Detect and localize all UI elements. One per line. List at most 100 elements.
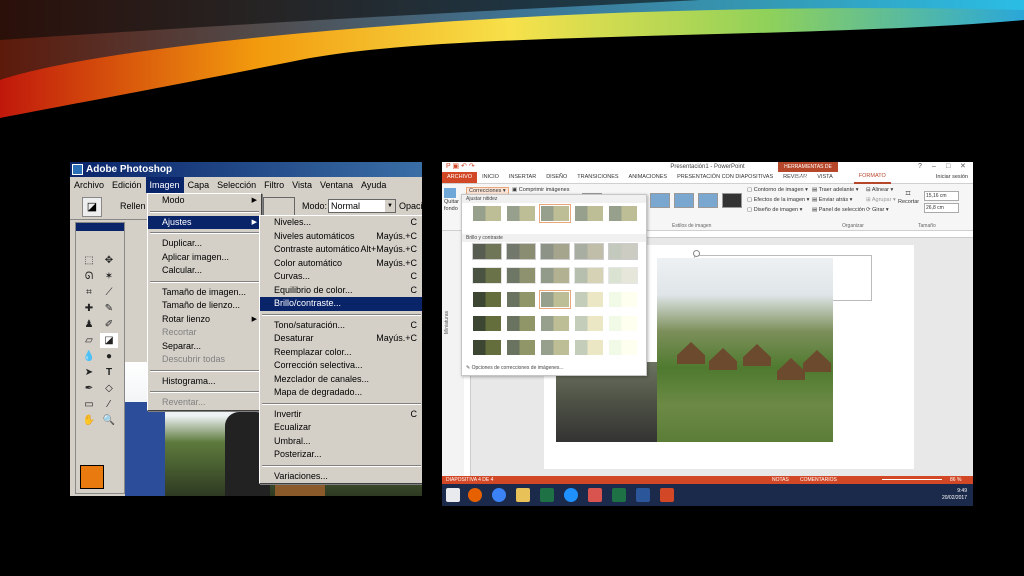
slice-icon[interactable]: ⟋ [100, 285, 118, 300]
correction-preset-thumbnail[interactable] [574, 315, 604, 332]
menu-item[interactable]: Aplicar imagen... [148, 251, 261, 265]
correction-preset-thumbnail[interactable] [472, 315, 502, 332]
correction-preset-thumbnail[interactable] [472, 205, 502, 222]
picture-effects-button[interactable]: ▢ Efectos de la imagen ▾ [747, 197, 809, 203]
rotate-handle[interactable] [693, 250, 700, 257]
picture-style-3[interactable] [674, 193, 694, 208]
correction-preset-thumbnail[interactable] [540, 267, 570, 284]
send-backward-button[interactable]: ▤ Enviar atrás ▾ [812, 197, 852, 203]
correction-preset-thumbnail[interactable] [608, 339, 638, 356]
menu-ventana[interactable]: Ventana [316, 177, 357, 193]
lasso-icon[interactable]: ᘏ [80, 269, 98, 284]
menu-item[interactable]: Tamaño de lienzo... [148, 299, 261, 313]
picture-style-2[interactable] [650, 193, 670, 208]
history-brush-icon[interactable]: ✐ [100, 317, 118, 332]
picture-style-4[interactable] [698, 193, 718, 208]
picture-style-5[interactable] [722, 193, 742, 208]
maximize-icon[interactable]: □ [946, 162, 950, 172]
powerpoint-icon[interactable] [660, 488, 674, 502]
menu-item[interactable]: Umbral... [260, 435, 422, 449]
tab-insertar[interactable]: INSERTAR [504, 172, 541, 183]
crop-icon[interactable]: ⌗ [80, 285, 98, 300]
hand-icon[interactable]: ✋ [80, 413, 98, 428]
group-button[interactable]: ⊞ Agrupar ▾ [866, 197, 896, 203]
remove-background-button[interactable]: Quitar fondo [444, 188, 462, 213]
swatch-box[interactable] [263, 197, 295, 217]
pen-icon[interactable]: ✒ [80, 381, 98, 396]
menu-item[interactable]: Ecualizar [260, 421, 422, 435]
move-icon[interactable]: ✥ [100, 253, 118, 268]
correction-preset-thumbnail[interactable] [506, 339, 536, 356]
correction-preset-thumbnail[interactable] [608, 243, 638, 260]
correction-preset-thumbnail[interactable] [540, 315, 570, 332]
foreground-color-swatch[interactable] [80, 465, 104, 489]
paint-bucket-icon[interactable]: ◪ [82, 197, 102, 217]
correction-preset-thumbnail[interactable] [506, 291, 536, 308]
marquee-icon[interactable]: ⬚ [80, 253, 98, 268]
menu-item[interactable]: Corrección selectiva... [260, 359, 422, 373]
menu-ayuda[interactable]: Ayuda [357, 177, 390, 193]
correction-preset-thumbnail[interactable] [539, 290, 571, 309]
word-icon[interactable] [636, 488, 650, 502]
menu-item[interactable]: Equilibrio de color... C [260, 284, 422, 298]
compress-button[interactable]: ▣ Comprimir imágenes [512, 187, 569, 193]
correction-preset-thumbnail[interactable] [506, 315, 536, 332]
menu-item[interactable]: Brillo/contraste... [260, 297, 422, 311]
pp-quick-access[interactable]: P ▣ ↶ ↷ [446, 162, 475, 172]
corrections-options-link[interactable]: ✎ Opciones de correcciones de imágenes..… [466, 365, 564, 371]
menu-filtro[interactable]: Filtro [260, 177, 288, 193]
correction-preset-thumbnail[interactable] [506, 205, 536, 222]
correction-preset-thumbnail[interactable] [608, 315, 638, 332]
menu-capa[interactable]: Capa [184, 177, 214, 193]
correction-preset-thumbnail[interactable] [540, 243, 570, 260]
comments-button[interactable]: COMENTARIOS [800, 476, 837, 484]
crop-button[interactable]: ⌗ Recortar [898, 188, 919, 205]
menu-archivo[interactable]: Archivo [70, 177, 108, 193]
rotate-button[interactable]: ⟳ Girar ▾ [866, 207, 889, 213]
menu-item[interactable]: Ajustes ▶ [148, 215, 261, 229]
menu-item[interactable]: Variaciones... [260, 470, 422, 484]
signin-link[interactable]: Iniciar sesión [931, 172, 973, 183]
menu-item[interactable]: Rotar lienzo ▶ [148, 313, 261, 327]
correction-preset-thumbnail[interactable] [472, 267, 502, 284]
correction-preset-thumbnail[interactable] [506, 267, 536, 284]
menu-item[interactable]: Posterizar... [260, 448, 422, 462]
tab-archivo[interactable]: ARCHIVO [442, 172, 478, 183]
menu-item[interactable]: Modo ▶ [148, 194, 261, 208]
mode-select[interactable]: Normal ▼ [328, 199, 396, 213]
tab-animaciones[interactable]: ANIMACIONES [624, 172, 673, 183]
shape-icon[interactable]: ◇ [100, 381, 118, 396]
brush-icon[interactable]: ✎ [100, 301, 118, 316]
correction-preset-thumbnail[interactable] [472, 339, 502, 356]
bucket-icon[interactable]: ◪ [100, 333, 118, 348]
menu-item[interactable]: Separar... [148, 340, 261, 354]
notes-button[interactable]: NOTAS [772, 476, 789, 484]
correction-preset-thumbnail[interactable] [472, 243, 502, 260]
menu-item[interactable]: Tono/saturación... C [260, 319, 422, 333]
notes-icon[interactable]: ▭ [80, 397, 98, 412]
menu-edicion[interactable]: Edición [108, 177, 146, 193]
menu-item[interactable]: Calcular... [148, 264, 261, 278]
correction-preset-thumbnail[interactable] [574, 339, 604, 356]
menu-vista[interactable]: Vista [288, 177, 316, 193]
type-icon[interactable]: T [100, 365, 118, 380]
village-photo[interactable] [657, 250, 833, 442]
tab-presentacion[interactable]: PRESENTACIÓN CON DIAPOSITIVAS [672, 172, 778, 183]
menu-item[interactable]: Duplicar... [148, 237, 261, 251]
width-input[interactable]: 26,8 cm [924, 203, 959, 213]
eyedropper-icon[interactable]: ⁄ [100, 397, 118, 412]
tab-diseno[interactable]: DISEÑO [541, 172, 572, 183]
path-select-icon[interactable]: ➤ [80, 365, 98, 380]
height-input[interactable]: 15,16 cm [924, 191, 959, 201]
tab-transiciones[interactable]: TRANSICIONES [572, 172, 623, 183]
zoom-level[interactable]: 86 % [950, 476, 961, 484]
correction-preset-thumbnail[interactable] [608, 267, 638, 284]
start-icon[interactable] [446, 488, 460, 502]
magic-wand-icon[interactable]: ✶ [100, 269, 118, 284]
menu-item[interactable]: Mezclador de canales... [260, 373, 422, 387]
correction-preset-thumbnail[interactable] [540, 339, 570, 356]
menu-seleccion[interactable]: Selección [213, 177, 260, 193]
selection-pane-button[interactable]: ▤ Panel de selección [812, 207, 865, 213]
menu-item[interactable]: Color automático Mayús.+C [260, 257, 422, 271]
correction-preset-thumbnail[interactable] [574, 291, 604, 308]
